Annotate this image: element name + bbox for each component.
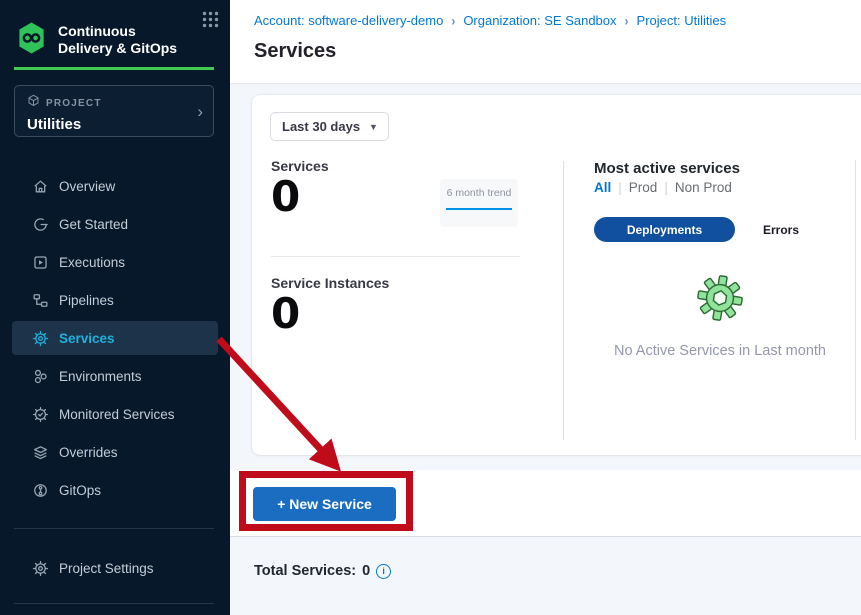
tab-errors[interactable]: Errors xyxy=(763,223,799,237)
sidebar-item-label: Services xyxy=(59,331,115,346)
sidebar-item-gitops[interactable]: GitOps xyxy=(0,471,230,509)
sidebar-item-label: Overrides xyxy=(59,445,118,460)
chevron-down-icon: ▼ xyxy=(369,122,378,132)
page-header: Account: software-delivery-demo › Organi… xyxy=(230,0,861,84)
filter-separator: | xyxy=(664,180,668,195)
project-selector[interactable]: PROJECT Utilities › xyxy=(14,85,214,137)
sidebar-item-label: GitOps xyxy=(59,483,101,498)
chevron-right-icon: › xyxy=(451,12,455,28)
trend-label: 6 month trend xyxy=(440,187,518,199)
sidebar-divider xyxy=(14,528,214,529)
sidebar-item-label: Environments xyxy=(59,369,142,384)
breadcrumb-account[interactable]: Account: software-delivery-demo xyxy=(254,13,443,28)
cube-icon xyxy=(27,94,40,113)
services-gear-icon xyxy=(32,330,49,347)
sidebar-divider xyxy=(14,603,214,604)
executions-icon xyxy=(32,254,49,271)
harness-cd-logo-icon[interactable] xyxy=(16,21,47,60)
sidebar-item-label: Executions xyxy=(59,255,125,270)
chevron-right-icon: › xyxy=(625,12,629,28)
sidebar-item-project-settings[interactable]: Project Settings xyxy=(0,549,230,587)
filter-non-prod[interactable]: Non Prod xyxy=(675,180,732,195)
sidebar-item-get-started[interactable]: Get Started xyxy=(0,205,230,243)
filter-prod[interactable]: Prod xyxy=(629,180,658,195)
filter-separator: | xyxy=(618,180,622,195)
total-services-row: Total Services: 0 i xyxy=(254,563,391,579)
six-month-trend-widget[interactable]: 6 month trend xyxy=(440,179,518,227)
total-services-label: Total Services: xyxy=(254,563,356,579)
total-services-value: 0 xyxy=(362,563,370,579)
services-toolbar: + New Service xyxy=(230,470,861,537)
info-icon[interactable]: i xyxy=(376,564,391,579)
sidebar-item-services[interactable]: Services xyxy=(12,321,218,355)
timeframe-value: Last 30 days xyxy=(282,119,360,134)
breadcrumb-project[interactable]: Project: Utilities xyxy=(637,13,727,28)
empty-state-gear-icon xyxy=(697,309,743,326)
services-count-value: 0 xyxy=(271,175,300,219)
sidebar-item-environments[interactable]: Environments xyxy=(0,357,230,395)
env-filter: All | Prod | Non Prod xyxy=(594,180,846,195)
services-dashboard-card: Last 30 days ▼ Services 0 6 month trend … xyxy=(252,95,861,455)
sidebar: Continuous Delivery & GitOps PROJECT Uti… xyxy=(0,0,230,615)
sidebar-item-label: Overview xyxy=(59,179,115,194)
stats-divider xyxy=(271,256,520,257)
new-service-button[interactable]: + New Service xyxy=(253,487,396,521)
sidebar-item-overview[interactable]: Overview xyxy=(0,167,230,205)
gitops-icon xyxy=(32,482,49,499)
page-title: Services xyxy=(254,40,861,63)
environments-icon xyxy=(32,368,49,385)
sidebar-item-executions[interactable]: Executions xyxy=(0,243,230,281)
sidebar-item-label: Project Settings xyxy=(59,561,154,576)
sidebar-item-label: Monitored Services xyxy=(59,407,175,422)
timeframe-dropdown[interactable]: Last 30 days ▼ xyxy=(270,112,389,141)
main-area: Account: software-delivery-demo › Organi… xyxy=(230,0,861,615)
breadcrumb-organization[interactable]: Organization: SE Sandbox xyxy=(463,13,616,28)
sidebar-nav: Overview Get Started Executions xyxy=(0,167,230,509)
sidebar-item-label: Get Started xyxy=(59,217,128,232)
home-icon xyxy=(32,178,49,195)
project-name: Utilities xyxy=(27,116,203,133)
overrides-layers-icon xyxy=(32,444,49,461)
card-right-divider xyxy=(855,160,856,440)
module-switcher-grid-icon[interactable] xyxy=(201,10,220,34)
sidebar-item-monitored-services[interactable]: Monitored Services xyxy=(0,395,230,433)
empty-state: No Active Services in Last month xyxy=(594,274,846,359)
service-instances-value: 0 xyxy=(271,292,300,336)
module-accent-underline xyxy=(14,67,214,70)
tab-deployments[interactable]: Deployments xyxy=(594,217,735,242)
empty-state-text: No Active Services in Last month xyxy=(594,343,846,359)
sidebar-item-pipelines[interactable]: Pipelines xyxy=(0,281,230,319)
most-active-services-panel: Most active services All | Prod | Non Pr… xyxy=(594,160,846,359)
sidebar-item-label: Pipelines xyxy=(59,293,114,308)
settings-gear-icon xyxy=(32,560,49,577)
breadcrumb: Account: software-delivery-demo › Organi… xyxy=(254,13,861,28)
monitored-services-icon xyxy=(32,406,49,423)
chevron-right-icon: › xyxy=(197,102,203,122)
pipelines-icon xyxy=(32,292,49,309)
module-title: Continuous Delivery & GitOps xyxy=(58,21,177,57)
filter-all[interactable]: All xyxy=(594,180,611,195)
card-vertical-divider xyxy=(563,161,564,440)
get-started-icon xyxy=(32,216,49,233)
sidebar-item-overrides[interactable]: Overrides xyxy=(0,433,230,471)
trend-sparkline xyxy=(446,208,512,210)
project-label: PROJECT xyxy=(46,98,102,109)
most-active-title: Most active services xyxy=(594,160,846,177)
module-header: Continuous Delivery & GitOps xyxy=(16,21,214,60)
